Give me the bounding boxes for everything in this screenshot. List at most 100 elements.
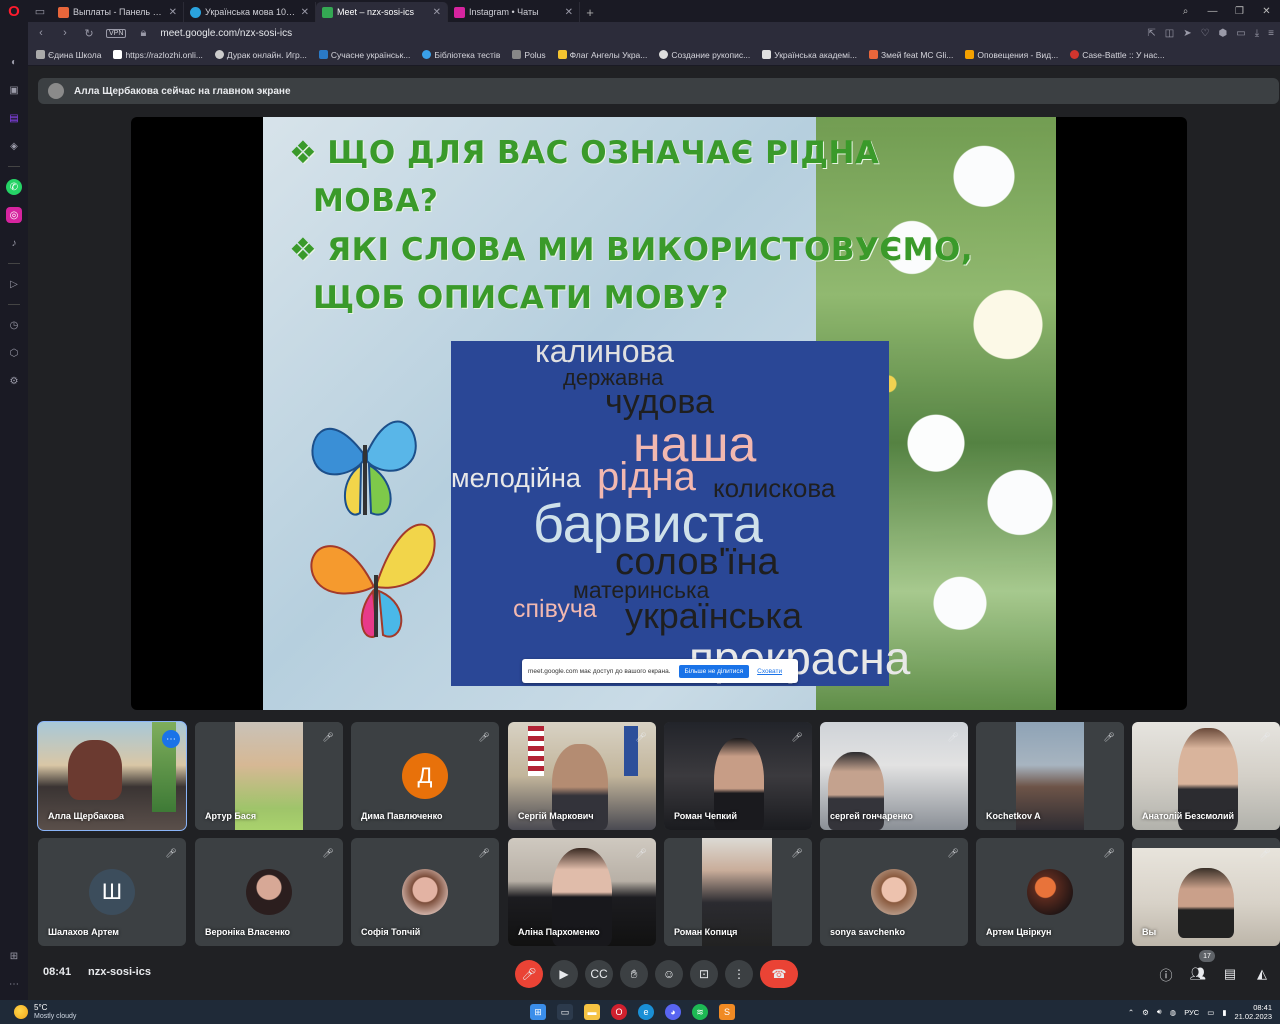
participant-tile[interactable]: 🎤︎ sonya savchenko: [820, 838, 968, 946]
back-arrow-icon[interactable]: ‹: [34, 27, 48, 39]
bookmark-item[interactable]: Українська академі...: [762, 50, 857, 60]
close-window-icon[interactable]: ✕: [1253, 0, 1280, 22]
tab-menu-icon[interactable]: ▭: [28, 0, 52, 22]
hide-toast-link[interactable]: Сховати: [757, 668, 782, 675]
lock-icon[interactable]: 🔒︎: [136, 27, 150, 40]
people-button[interactable]: 👥︎: [1188, 964, 1208, 984]
tray-app-icon[interactable]: ⚙: [1142, 1008, 1149, 1017]
participant-tile[interactable]: Ш 🎤︎ Шалахов Артем: [38, 838, 186, 946]
tab-ukrainian[interactable]: Українська мова 10 клас ✕: [184, 2, 316, 22]
participant-tile[interactable]: ⋯ Алла Щербакова: [37, 721, 187, 831]
more-dots-icon[interactable]: ⋯: [6, 976, 22, 992]
keyboard-language[interactable]: РУС: [1184, 1008, 1199, 1017]
wallet-icon[interactable]: ▭: [1236, 28, 1245, 39]
battery-icon[interactable]: ▮: [1222, 1008, 1226, 1017]
participant-tile[interactable]: 🎤︎ Анатолій Безсмолий: [1132, 722, 1280, 830]
bookmark-item[interactable]: Сучасне українськ...: [318, 50, 410, 60]
workspaces-icon[interactable]: ⊞: [6, 948, 22, 964]
close-tab-icon[interactable]: ✕: [169, 7, 177, 18]
restore-icon[interactable]: ❐: [1226, 0, 1253, 22]
participant-tile[interactable]: 🎤︎ Артем Цвіркун: [976, 838, 1124, 946]
bookmark-item[interactable]: Polus: [512, 50, 546, 60]
spotify-icon[interactable]: ≋: [692, 1004, 708, 1020]
opera-browser-icon[interactable]: O: [611, 1004, 627, 1020]
speed-dial-icon[interactable]: ◐: [6, 54, 22, 70]
leave-call-button[interactable]: ☎︎: [760, 960, 798, 988]
camera-icon[interactable]: ◫: [1165, 28, 1174, 39]
vpn-badge[interactable]: VPN: [106, 28, 127, 38]
windows-start-icon[interactable]: ⊞: [530, 1004, 546, 1020]
participant-tile[interactable]: 🎤︎ Вероніка Власенко: [195, 838, 343, 946]
edge-browser-icon[interactable]: e: [638, 1004, 654, 1020]
download-icon[interactable]: ⤓: [1255, 28, 1259, 39]
bookmark-item[interactable]: Оповещения - Вид...: [965, 50, 1058, 60]
tab-meet[interactable]: Meet – nzx-sosi-ics ✕: [316, 2, 448, 22]
tab-payouts[interactable]: Выплаты - Панель управл ✕: [52, 2, 184, 22]
menu-lines-icon[interactable]: ≡: [1268, 28, 1274, 39]
stop-sharing-button[interactable]: Більше не ділитися: [678, 664, 750, 678]
discord-icon[interactable]: ◕: [665, 1004, 681, 1020]
camera-toggle-button[interactable]: ▶: [550, 960, 578, 988]
share-icon[interactable]: ⇱: [1147, 28, 1155, 39]
participant-tile[interactable]: 🎤︎ Сергій Маркович: [508, 722, 656, 830]
participant-tile[interactable]: 🎤︎ Роман Чепкий: [664, 722, 812, 830]
activities-button[interactable]: ◭: [1252, 964, 1272, 984]
bookmark-item[interactable]: Змей feat MC Gli...: [868, 50, 953, 60]
participant-tile[interactable]: 🎤︎ Артур Бася: [195, 722, 343, 830]
participant-tile[interactable]: Д 🎤︎ Дима Павлюченко: [351, 722, 499, 830]
participant-tile[interactable]: 🎤︎ сергей гончаренко: [820, 722, 968, 830]
bookmark-item[interactable]: Флаг Ангелы Укра...: [557, 50, 647, 60]
twitch-icon[interactable]: ▤: [6, 110, 22, 126]
reactions-button[interactable]: ☺: [655, 960, 683, 988]
extension-icon[interactable]: ◈: [6, 138, 22, 154]
new-tab-button[interactable]: +: [580, 2, 600, 22]
forward-arrow-icon[interactable]: ›: [58, 27, 72, 39]
history-icon[interactable]: ◷: [6, 317, 22, 333]
chat-button[interactable]: ▤: [1220, 964, 1240, 984]
participant-tile[interactable]: 🎤︎ Софія Топчій: [351, 838, 499, 946]
player-icon[interactable]: ▷: [6, 276, 22, 292]
display-icon[interactable]: ▭: [1207, 1008, 1214, 1017]
cube-icon[interactable]: ⬡: [6, 345, 22, 361]
search-tabs-icon[interactable]: ⌕: [1172, 0, 1199, 22]
bookmark-item[interactable]: Бібліотека тестів: [422, 50, 500, 60]
participant-tile[interactable]: 🎤︎ Kochetkov A: [976, 722, 1124, 830]
tray-chevron-icon[interactable]: ⌃: [1128, 1008, 1134, 1017]
microphone-toggle-button[interactable]: 🎤︎: [515, 960, 543, 988]
weather-widget[interactable]: 5°C Mostly cloudy: [14, 1003, 76, 1021]
participant-tile[interactable]: 🎤︎ Аліна Пархоменко: [508, 838, 656, 946]
settings-gear-icon[interactable]: ⚙: [6, 373, 22, 389]
bookmark-item[interactable]: Дурак онлайн. Игр...: [214, 50, 307, 60]
volume-icon[interactable]: 🔊︎: [1157, 1007, 1162, 1017]
participant-tile-self[interactable]: 🎤︎ Вы: [1132, 838, 1280, 946]
whatsapp-icon[interactable]: ✆: [6, 179, 22, 195]
screen-share-stage[interactable]: ❖ ЩО ДЛЯ ВАС ОЗНАЧАЄ РІДНА МОВА? ❖ ЯКІ СЛО…: [131, 117, 1187, 710]
send-icon[interactable]: ➤: [1183, 28, 1191, 39]
url-field[interactable]: meet.google.com/nzx-sosi-ics: [160, 28, 1137, 39]
close-tab-icon[interactable]: ✕: [301, 7, 309, 18]
close-tab-icon[interactable]: ✕: [433, 7, 441, 18]
box-icon[interactable]: ⬢: [1219, 28, 1228, 39]
bookmark-item[interactable]: Создание рукопис...: [659, 50, 750, 60]
raise-hand-button[interactable]: ✋︎: [620, 960, 648, 988]
instagram-icon[interactable]: ◎: [6, 207, 22, 223]
network-icon[interactable]: ◍: [1170, 1008, 1177, 1017]
captions-button[interactable]: CC: [585, 960, 613, 988]
system-clock[interactable]: 08:41 21.02.2023: [1234, 1003, 1272, 1021]
opera-logo-icon[interactable]: O: [0, 0, 28, 22]
bookmark-item[interactable]: Case-Battle :: У нас...: [1070, 50, 1165, 60]
meeting-details-button[interactable]: ⓘ: [1156, 964, 1176, 984]
participant-tile[interactable]: 🎤︎ Роман Копиця: [664, 838, 812, 946]
sublime-icon[interactable]: S: [719, 1004, 735, 1020]
more-options-icon[interactable]: ⋯: [162, 730, 180, 748]
file-explorer-icon[interactable]: ▬: [584, 1004, 600, 1020]
heart-icon[interactable]: ♡: [1201, 28, 1210, 39]
shopping-icon[interactable]: ▣: [6, 82, 22, 98]
reload-icon[interactable]: ↻: [82, 27, 96, 40]
tab-instagram[interactable]: Instagram • Чаты ✕: [448, 2, 580, 22]
tiktok-icon[interactable]: ♪: [6, 235, 22, 251]
close-tab-icon[interactable]: ✕: [565, 7, 573, 18]
bookmark-item[interactable]: Єдина Школа: [36, 50, 101, 60]
present-screen-button[interactable]: ⊡: [690, 960, 718, 988]
more-options-button[interactable]: ⋮: [725, 960, 753, 988]
